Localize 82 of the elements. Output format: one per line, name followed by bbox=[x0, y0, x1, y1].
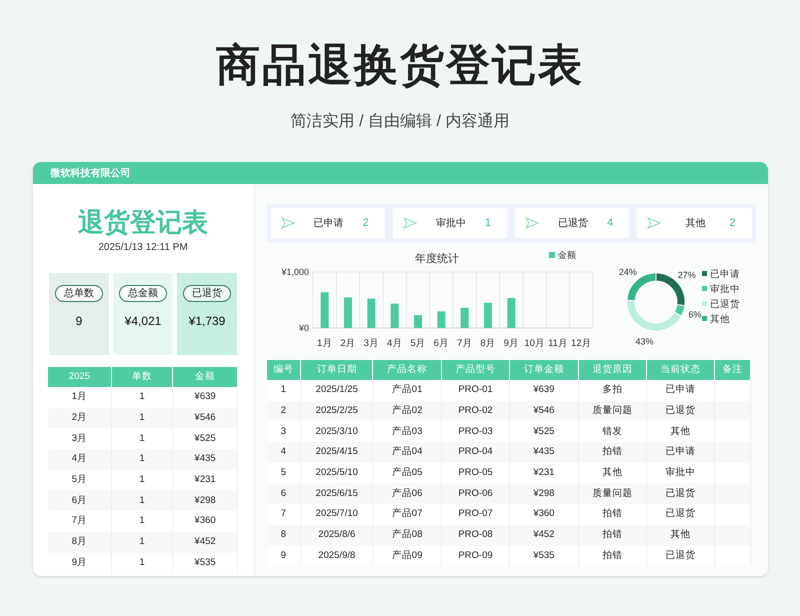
x-tick-label: 9月 bbox=[503, 338, 518, 349]
percent-label: 43% bbox=[635, 336, 654, 346]
bar bbox=[506, 298, 515, 328]
bar bbox=[414, 315, 422, 328]
bar bbox=[320, 292, 328, 328]
stat-value: 9 bbox=[76, 313, 82, 330]
bar bbox=[460, 308, 468, 328]
percent-label: 6% bbox=[688, 310, 701, 320]
y-tick-label: ¥1,000 bbox=[280, 267, 308, 277]
x-tick-label: 10月 bbox=[524, 338, 544, 349]
stat-value: ¥1,739 bbox=[188, 313, 226, 330]
table-cell: 拍错 bbox=[578, 546, 647, 566]
legend-item: 审批中 bbox=[702, 284, 740, 295]
column-header: 当前状态 bbox=[646, 360, 715, 380]
table-cell: 产品09 bbox=[372, 546, 442, 566]
status-label: 审批中 bbox=[434, 216, 467, 230]
legend-label: 其他 bbox=[710, 313, 730, 325]
table-cell: ¥535 bbox=[510, 546, 578, 566]
stat-label: 总单数 bbox=[55, 285, 103, 302]
bar bbox=[436, 311, 445, 328]
send-arrow-icon bbox=[280, 217, 294, 229]
x-tick-label: 5月 bbox=[410, 338, 426, 349]
column-header: 单数 bbox=[111, 367, 173, 387]
status-label: 其他 bbox=[684, 216, 706, 230]
legend-label: 金额 bbox=[558, 250, 576, 260]
x-tick-label: 6月 bbox=[433, 338, 448, 349]
legend-item: 已申请 bbox=[702, 269, 740, 280]
bar bbox=[484, 302, 492, 328]
x-tick-label: 12月 bbox=[570, 338, 592, 349]
table-cell: 9 bbox=[266, 546, 301, 566]
send-arrow-icon bbox=[647, 217, 662, 229]
column-header: 退货原因 bbox=[578, 360, 647, 380]
bar bbox=[366, 298, 375, 328]
x-tick-label: 8月 bbox=[480, 338, 496, 349]
column-header: 订单日期 bbox=[300, 360, 373, 380]
send-arrow-icon bbox=[402, 217, 417, 229]
legend-label: 已申请 bbox=[710, 268, 740, 280]
table-cell: ¥535 bbox=[172, 552, 238, 574]
chart-title: 年度统计 bbox=[414, 253, 458, 265]
table-cell: 1 bbox=[111, 552, 173, 574]
column-header: 2025 bbox=[48, 367, 112, 387]
x-tick-label: 3月 bbox=[363, 338, 378, 349]
table-cell: 9月 bbox=[48, 552, 112, 574]
status-count: 2 bbox=[729, 216, 736, 231]
summary-title: 退货登记表 bbox=[78, 206, 208, 238]
column-header: 产品型号 bbox=[441, 360, 510, 380]
chart-legend: 金额 bbox=[548, 250, 576, 260]
send-arrow-icon bbox=[525, 217, 539, 229]
column-header: 产品名称 bbox=[372, 360, 442, 380]
page-title: 商品退换货登记表 bbox=[216, 40, 584, 92]
stat-label: 已退货 bbox=[183, 285, 231, 302]
legend-label: 已退货 bbox=[710, 298, 740, 310]
column-header: 订单金额 bbox=[510, 360, 578, 380]
x-tick-label: 2月 bbox=[340, 338, 356, 349]
x-tick-label: 11月 bbox=[548, 338, 568, 349]
legend-item: 其他 bbox=[702, 314, 730, 325]
column-header: 金额 bbox=[172, 367, 238, 387]
x-tick-label: 1月 bbox=[316, 338, 332, 349]
bar bbox=[344, 297, 352, 328]
status-count: 1 bbox=[484, 216, 492, 231]
legend-label: 审批中 bbox=[710, 283, 740, 295]
summary-datetime: 2025/1/13 12:11 PM bbox=[98, 241, 188, 255]
status-count: 4 bbox=[607, 216, 614, 231]
table-cell: PRO-09 bbox=[441, 546, 510, 566]
table-cell: 2025/9/8 bbox=[300, 546, 373, 566]
column-header: 备注 bbox=[714, 360, 750, 380]
percent-label: 24% bbox=[618, 267, 636, 278]
legend-item: 已退货 bbox=[702, 299, 740, 310]
percent-label: 27% bbox=[677, 270, 696, 280]
status-label: 已退货 bbox=[557, 216, 590, 230]
status-label: 已申请 bbox=[312, 216, 345, 230]
page-subtitle: 简洁实用 / 自由编辑 / 内容通用 bbox=[290, 112, 510, 132]
bar bbox=[390, 304, 398, 328]
x-tick-label: 7月 bbox=[456, 338, 472, 349]
stat-label: 总金额 bbox=[119, 285, 167, 302]
table-cell: 已退货 bbox=[646, 546, 715, 566]
y-tick-label: ¥0 bbox=[298, 323, 308, 333]
column-header: 编号 bbox=[266, 360, 301, 380]
status-count: 2 bbox=[362, 216, 370, 231]
stat-value: ¥4,021 bbox=[124, 313, 162, 330]
x-tick-label: 4月 bbox=[386, 338, 402, 349]
company-header: 微软科技有限公司 bbox=[32, 162, 768, 184]
